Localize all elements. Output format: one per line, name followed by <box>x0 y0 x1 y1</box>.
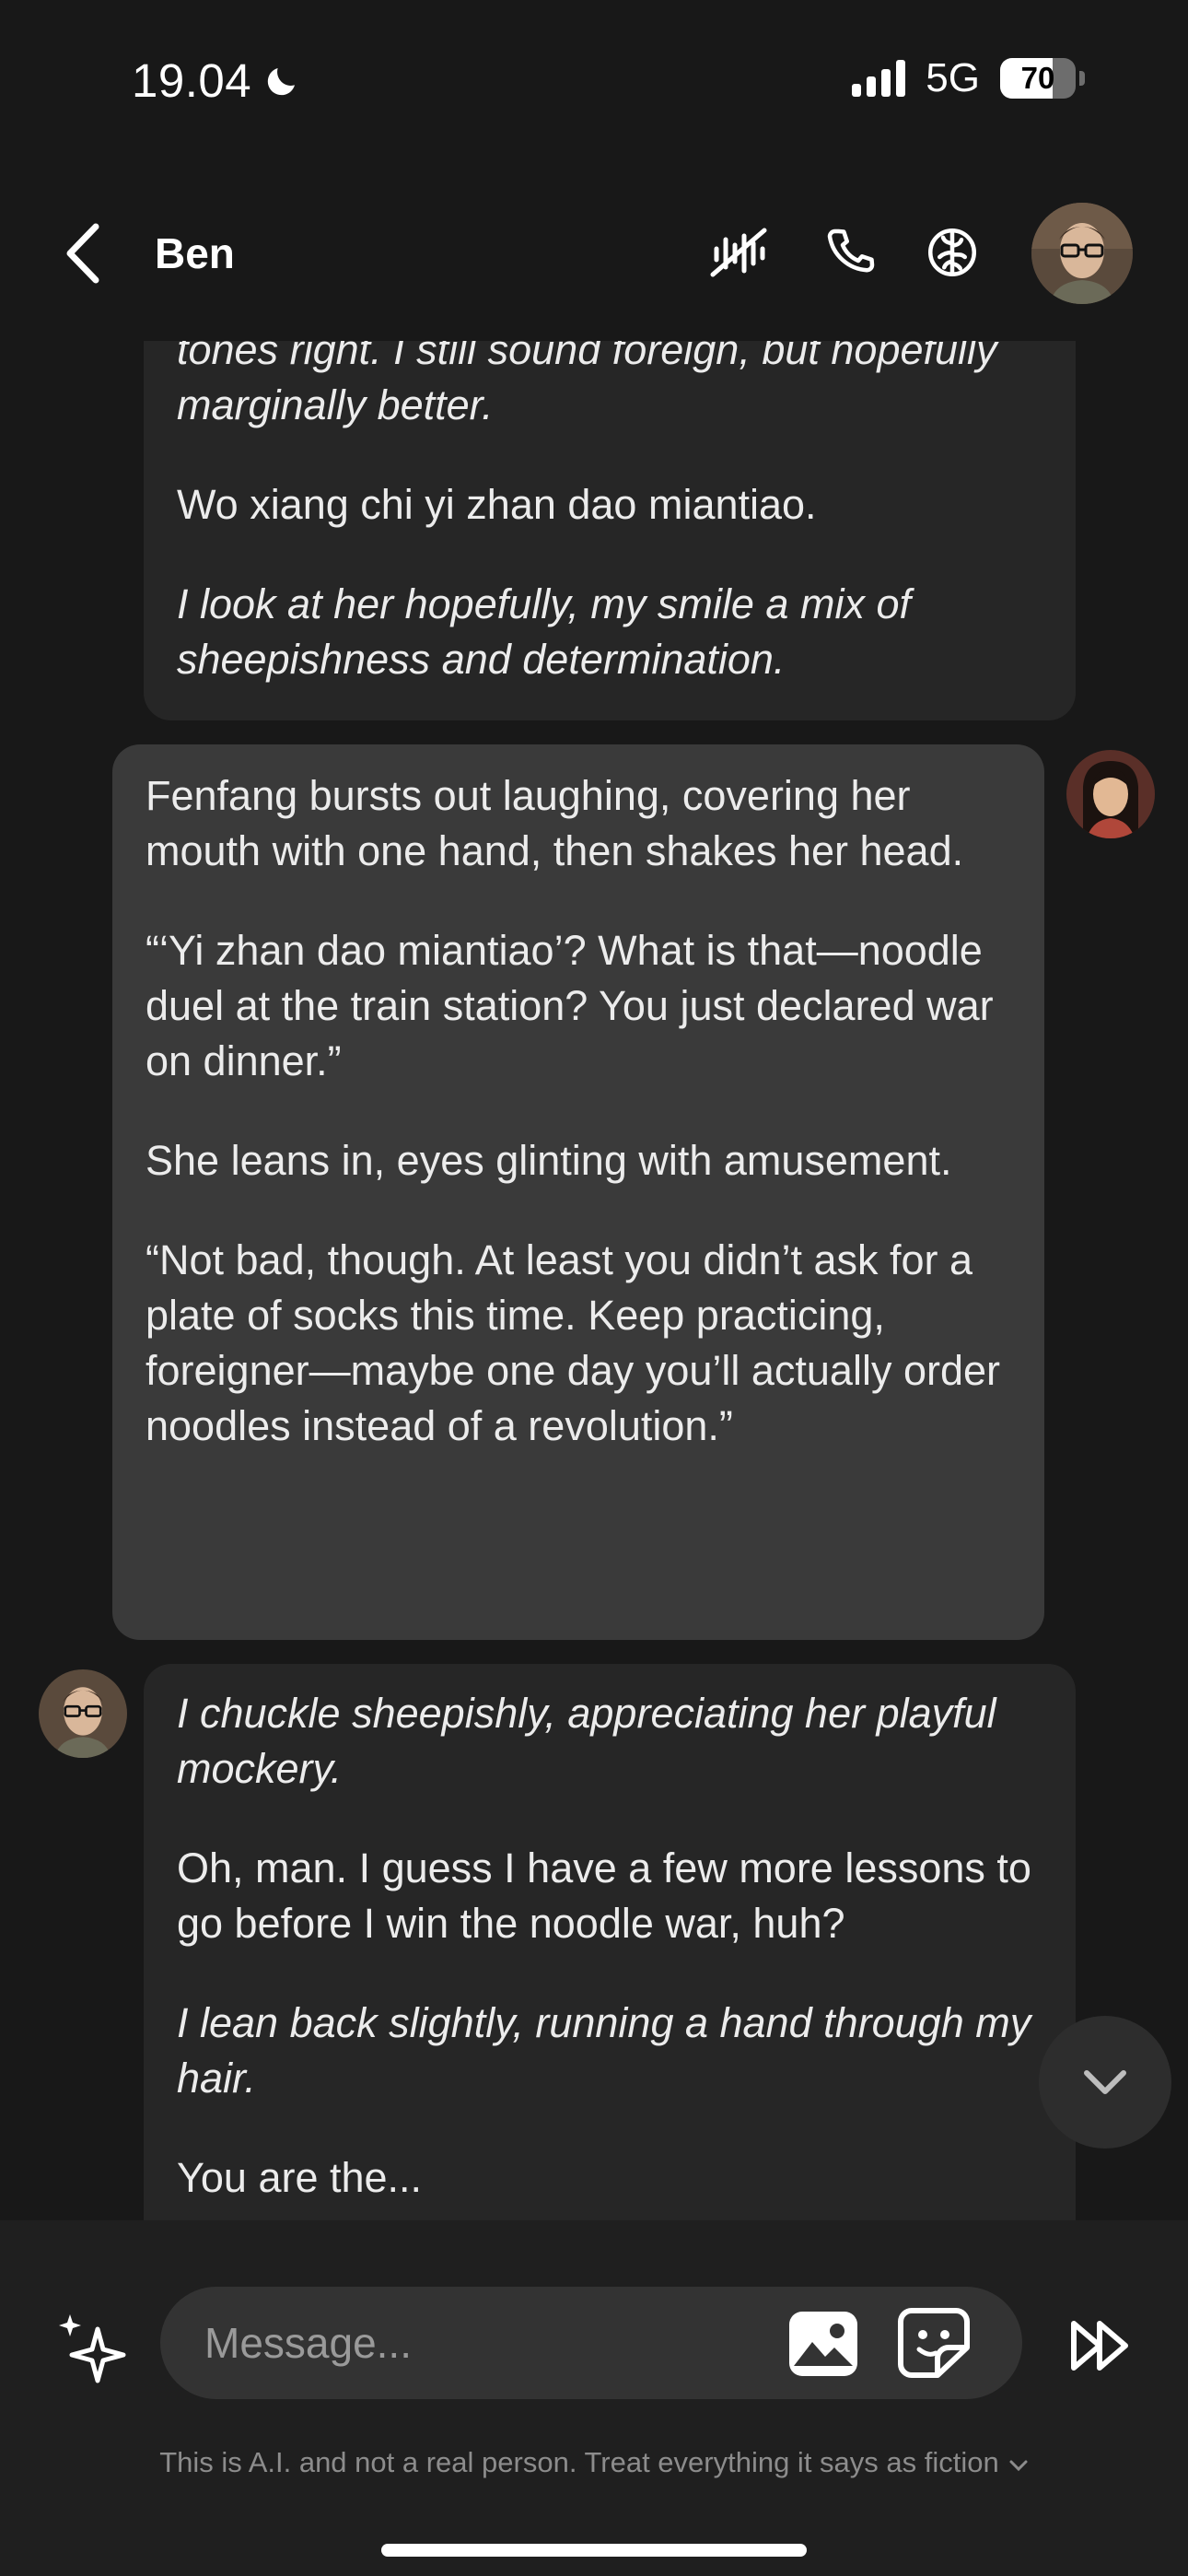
character-name[interactable]: Ben <box>155 228 235 278</box>
chevron-down-icon <box>1009 2460 1028 2472</box>
chevron-left-icon <box>66 223 99 284</box>
ben-avatar-image <box>39 1669 127 1758</box>
fenfang-avatar-image <box>1066 750 1155 838</box>
signal-icon <box>852 60 906 97</box>
message-paragraph: Wo xiang chi yi zhan dao miantiao. <box>177 481 817 528</box>
status-indicators: 5G 70 <box>852 55 1085 101</box>
message-paragraph: Fenfang bursts out laughing, covering he… <box>146 772 964 874</box>
chat-screen: 19.04 5G 70 Ben tones right. I still sou… <box>0 0 1188 2576</box>
message-paragraph: “Not bad, though. At least you didn’t as… <box>146 1236 1000 1449</box>
fast-forward-icon[interactable] <box>1068 2313 1135 2379</box>
image-icon[interactable] <box>786 2309 860 2379</box>
ai-disclaimer[interactable]: This is A.I. and not a real person. Trea… <box>0 2446 1188 2479</box>
message-paragraph: You are the... <box>177 2154 423 2201</box>
call-button[interactable] <box>821 223 880 282</box>
user-message[interactable]: Fenfang bursts out laughing, covering he… <box>112 744 1044 1640</box>
character-avatar[interactable] <box>1031 203 1133 304</box>
message-paragraph: She leans in, eyes glinting with amuseme… <box>146 1137 952 1184</box>
message-paragraph: Oh, man. I guess I have a few more lesso… <box>177 1844 1031 1947</box>
message-paragraph: I lean back slightly, running a hand thr… <box>177 1999 1031 2102</box>
chevron-down-icon <box>1084 2070 1126 2094</box>
sparkle-icon[interactable] <box>53 2311 131 2388</box>
message-input[interactable] <box>204 2287 720 2399</box>
character-message[interactable]: I chuckle sheepishly, appreciating her p… <box>144 1664 1076 2220</box>
battery-tip <box>1079 71 1085 86</box>
character-avatar-small[interactable] <box>39 1669 127 1758</box>
message-box <box>160 2287 1022 2399</box>
message-paragraph: tones right. I still sound foreign, but … <box>177 341 997 428</box>
battery-icon: 70 <box>1000 58 1076 99</box>
back-button[interactable] <box>55 217 111 290</box>
memory-button[interactable] <box>923 223 982 282</box>
mute-voice-icon <box>710 228 767 277</box>
scroll-to-bottom-button[interactable] <box>1039 2016 1171 2149</box>
network-type: 5G <box>926 55 980 100</box>
message-paragraph: I look at her hopefully, my smile a mix … <box>177 580 911 683</box>
character-message[interactable]: tones right. I still sound foreign, but … <box>144 341 1076 720</box>
message-list[interactable]: tones right. I still sound foreign, but … <box>0 341 1188 2220</box>
composer-bar: This is A.I. and not a real person. Trea… <box>0 2220 1188 2576</box>
sticker-icon[interactable] <box>897 2307 971 2379</box>
chat-header: Ben <box>0 184 1188 322</box>
status-time: 19.04 <box>132 53 301 108</box>
mute-voice-button[interactable] <box>709 223 768 282</box>
message-paragraph: “‘Yi zhan dao miantiao’? What is that—no… <box>146 927 994 1084</box>
battery-percent: 70 <box>1020 61 1055 95</box>
home-indicator[interactable] <box>381 2544 807 2557</box>
message-paragraph: I chuckle sheepishly, appreciating her p… <box>177 1690 996 1792</box>
moon-icon <box>267 67 296 95</box>
user-avatar[interactable] <box>1066 750 1155 838</box>
brain-icon <box>928 228 976 276</box>
phone-icon <box>827 228 875 273</box>
ben-avatar-image <box>1031 203 1133 304</box>
